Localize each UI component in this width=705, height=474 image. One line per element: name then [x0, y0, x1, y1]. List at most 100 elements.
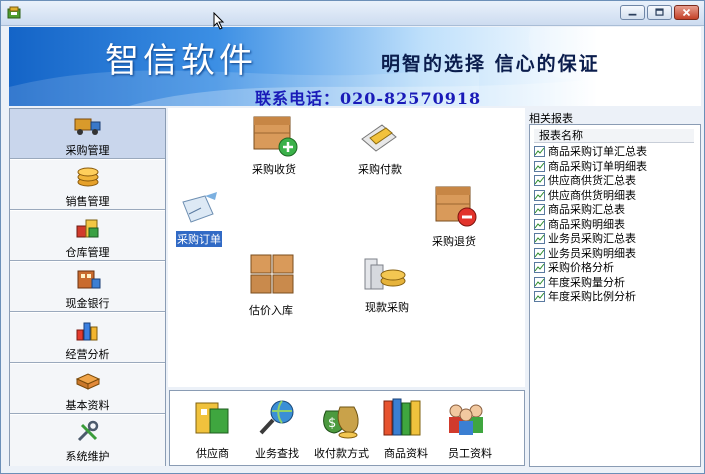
maximize-button[interactable]	[647, 5, 672, 20]
close-icon	[682, 8, 691, 17]
purchase-return-label[interactable]: 采购退货	[432, 233, 476, 249]
report-list[interactable]: 报表名称 商品采购订单汇总表 商品采购订单明细表 供应商供货汇总表 供应商供货明…	[529, 124, 701, 467]
tools-icon	[77, 420, 99, 442]
report-chart-icon	[534, 262, 545, 273]
sidebar-item-cash-bank[interactable]: 现金银行	[10, 262, 165, 312]
sidebar-item-label: 销售管理	[65, 195, 110, 208]
report-item-label: 年度采购量分析	[548, 275, 625, 289]
sidebar-item-label: 经营分析	[65, 348, 110, 361]
report-item[interactable]: 供应商供货汇总表	[534, 174, 636, 188]
money-bag-icon[interactable]: $	[318, 397, 362, 439]
module-sidebar: 采购管理 销售管理 仓库管理 现金银行 经营分析 基本资料 系统维护	[9, 108, 166, 466]
estimate-stock-in-label[interactable]: 估价入库	[249, 302, 293, 318]
report-item-label: 商品采购汇总表	[548, 203, 625, 216]
sidebar-item-label: 现金银行	[65, 297, 110, 310]
book-icon	[75, 373, 101, 390]
maximize-icon	[655, 8, 664, 16]
sidebar-item-label: 系统维护	[65, 450, 110, 463]
minimize-button[interactable]	[620, 5, 645, 20]
svg-text:$: $	[328, 416, 336, 431]
cash-purchase-label[interactable]: 现款采购	[365, 299, 409, 315]
magnifier-globe-icon[interactable]	[255, 397, 299, 439]
report-chart-icon	[534, 233, 545, 244]
report-chart-icon	[534, 189, 545, 201]
product-info-button[interactable]: 商品资料	[384, 445, 428, 461]
report-item-label: 商品采购订单明细表	[548, 159, 647, 173]
report-item[interactable]: 业务员采购汇总表	[534, 232, 636, 246]
supplier-icon[interactable]	[192, 397, 236, 439]
app-icon	[7, 6, 21, 19]
report-chart-icon	[534, 175, 545, 186]
report-item-label: 年度采购比例分析	[548, 290, 636, 303]
mouse-cursor-icon	[213, 12, 225, 30]
sidebar-item-label: 采购管理	[65, 144, 110, 157]
business-search-button[interactable]: 业务查找	[255, 445, 299, 461]
purchase-pay-label[interactable]: 采购付款	[358, 161, 402, 177]
report-item[interactable]: 商品采购订单汇总表	[534, 145, 647, 159]
report-item-label: 商品采购订单汇总表	[548, 145, 647, 158]
sidebar-item-sales[interactable]: 销售管理	[10, 160, 165, 210]
coin-stack-icon	[77, 167, 99, 187]
close-button[interactable]	[674, 5, 699, 20]
report-item[interactable]: 年度采购比例分析	[534, 290, 636, 304]
report-item[interactable]: 商品采购汇总表	[534, 203, 625, 217]
header-banner: 智信软件 明智的选择 信心的保证 联系电话：020-82570918	[9, 27, 701, 106]
sidebar-item-system[interactable]: 系统维护	[10, 415, 165, 466]
truck-icon	[74, 118, 101, 135]
staff-info-button[interactable]: 员工资料	[448, 445, 492, 461]
report-chart-icon	[534, 160, 545, 172]
purchase-pay-button[interactable]	[358, 121, 400, 153]
supplier-button[interactable]: 供应商	[196, 445, 229, 461]
money-stack-icon	[364, 258, 406, 290]
cash-purchase-button[interactable]	[361, 253, 407, 295]
chart-icon	[76, 322, 98, 341]
purchase-order-label[interactable]: 采购订单	[176, 231, 222, 247]
box-add-icon	[253, 116, 298, 157]
sidebar-item-warehouse[interactable]: 仓库管理	[10, 211, 165, 261]
sidebar-item-label: 仓库管理	[65, 246, 110, 259]
report-item-label: 商品采购明细表	[548, 217, 625, 231]
sidebar-item-basic-info[interactable]: 基本资料	[10, 364, 165, 414]
estimate-stock-in-button[interactable]	[249, 253, 295, 295]
app-window: 智信软件 明智的选择 信心的保证 联系电话：020-82570918 采购管理 …	[0, 0, 705, 474]
report-item-label: 供应商供货明细表	[548, 188, 636, 202]
purchase-receive-button[interactable]	[252, 113, 298, 157]
purchase-return-button[interactable]	[435, 186, 479, 228]
payment-method-button[interactable]: 收付款方式	[314, 445, 369, 461]
report-chart-icon	[534, 247, 545, 259]
report-item-label: 供应商供货汇总表	[548, 174, 636, 187]
report-item[interactable]: 商品采购订单明细表	[534, 160, 647, 174]
report-item[interactable]: 业务员采购明细表	[534, 247, 636, 261]
report-chart-icon	[534, 276, 545, 288]
report-item[interactable]: 商品采购明细表	[534, 218, 625, 232]
sidebar-item-analysis[interactable]: 经营分析	[10, 313, 165, 363]
report-item[interactable]: 年度采购量分析	[534, 276, 625, 290]
box-remove-icon	[435, 186, 477, 227]
purchase-order-button[interactable]	[179, 192, 219, 226]
books-icon[interactable]	[380, 397, 424, 439]
bank-icon	[77, 270, 101, 289]
report-item[interactable]: 采购价格分析	[534, 261, 614, 275]
minimize-icon	[628, 13, 637, 16]
sidebar-item-label: 基本资料	[65, 399, 110, 412]
order-form-icon	[182, 192, 217, 223]
report-chart-icon	[534, 204, 545, 215]
staff-icon[interactable]	[444, 397, 488, 439]
slogan: 明智的选择 信心的保证	[381, 53, 600, 75]
goods-icon	[76, 219, 99, 238]
report-chart-icon	[534, 218, 545, 230]
box-stack-icon	[250, 254, 294, 294]
quick-access-panel: 供应商 业务查找 $ 收付款方式 商品资料 员工资料	[169, 390, 525, 466]
purchase-workspace: 采购收货 采购付款 采购订单 采购退货 估价入库 现款采购	[168, 108, 525, 387]
report-item[interactable]: 供应商供货明细表	[534, 189, 636, 203]
sidebar-item-purchase[interactable]: 采购管理	[10, 109, 165, 159]
report-chart-icon	[534, 146, 545, 157]
purchase-receive-label[interactable]: 采购收货	[252, 161, 296, 177]
title-bar[interactable]	[1, 1, 704, 26]
report-column-header[interactable]: 报表名称	[534, 129, 694, 143]
hotline: 联系电话：020-82570918	[255, 89, 482, 106]
card-payment-icon	[361, 124, 397, 152]
report-chart-icon	[534, 291, 545, 302]
report-item-label: 业务员采购汇总表	[548, 232, 636, 245]
report-item-label: 采购价格分析	[548, 261, 614, 274]
